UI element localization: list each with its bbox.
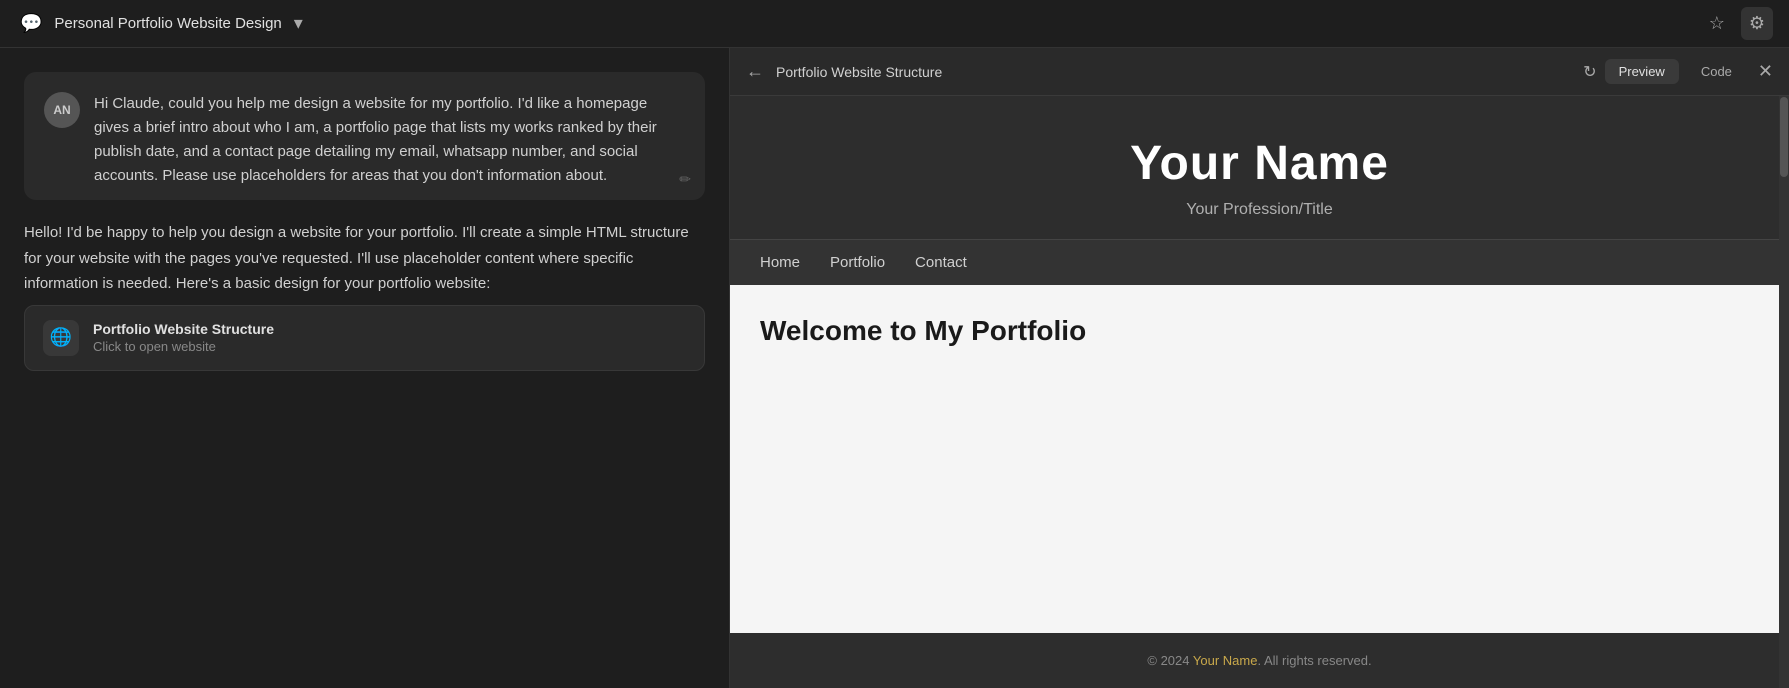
star-icon: ☆: [1709, 13, 1725, 34]
refresh-icon: ↻: [1583, 64, 1596, 81]
artifact-title: Portfolio Website Structure: [93, 321, 274, 337]
artifact-info: Portfolio Website Structure Click to ope…: [93, 321, 274, 354]
chat-icon-button[interactable]: 💬: [16, 9, 46, 38]
preview-close-button[interactable]: ✕: [1758, 61, 1773, 82]
top-bar-left: 💬 Personal Portfolio Website Design ▾: [16, 9, 307, 38]
settings-icon: ⚙: [1749, 13, 1765, 34]
tab-code[interactable]: Code: [1687, 59, 1746, 84]
avatar: AN: [44, 92, 80, 128]
title-dropdown-button[interactable]: ▾: [290, 9, 307, 38]
footer-name: Your Name: [1193, 653, 1258, 668]
preview-title: Portfolio Website Structure: [776, 64, 1571, 80]
edit-icon: ✏: [679, 171, 691, 188]
star-button[interactable]: ☆: [1705, 9, 1729, 38]
preview-back-button[interactable]: ←: [746, 61, 764, 82]
close-icon: ✕: [1758, 61, 1773, 81]
scrollbar-thumb: [1780, 97, 1788, 177]
back-icon: ←: [746, 61, 764, 81]
main-layout: AN Hi Claude, could you help me design a…: [0, 48, 1789, 688]
site-body: Welcome to My Portfolio: [730, 285, 1789, 633]
top-bar: 💬 Personal Portfolio Website Design ▾ ☆ …: [0, 0, 1789, 48]
site-preview[interactable]: Your Name Your Profession/Title Home Por…: [730, 96, 1789, 688]
nav-item-portfolio[interactable]: Portfolio: [830, 254, 885, 271]
footer-text: © 2024: [1147, 653, 1193, 668]
chevron-down-icon: ▾: [294, 13, 303, 34]
preview-panel: ← Portfolio Website Structure ↻ Preview …: [730, 48, 1789, 688]
site-name: Your Name: [1130, 136, 1389, 191]
top-bar-right: ☆ ⚙: [1705, 7, 1773, 40]
user-message-text: Hi Claude, could you help me design a we…: [94, 92, 685, 188]
artifact-globe-icon: 🌐: [43, 320, 79, 356]
preview-scrollbar[interactable]: [1779, 96, 1789, 688]
site-profession: Your Profession/Title: [1186, 201, 1332, 219]
site-nav: Home Portfolio Contact: [730, 239, 1789, 285]
ai-message: Hello! I'd be happy to help you design a…: [24, 216, 705, 375]
nav-item-contact[interactable]: Contact: [915, 254, 967, 271]
site-footer: © 2024 Your Name. All rights reserved.: [730, 633, 1789, 688]
preview-refresh-button[interactable]: ↻: [1583, 62, 1596, 82]
site-welcome-heading: Welcome to My Portfolio: [760, 315, 1759, 347]
tab-preview[interactable]: Preview: [1605, 59, 1679, 84]
artifact-card[interactable]: 🌐 Portfolio Website Structure Click to o…: [24, 305, 705, 371]
chat-panel: AN Hi Claude, could you help me design a…: [0, 48, 730, 688]
footer-suffix: . All rights reserved.: [1257, 653, 1371, 668]
chat-icon: 💬: [20, 13, 42, 34]
conversation-title: Personal Portfolio Website Design: [54, 15, 281, 32]
user-message-header: AN Hi Claude, could you help me design a…: [44, 92, 685, 188]
artifact-subtitle: Click to open website: [93, 339, 274, 354]
preview-content: Your Name Your Profession/Title Home Por…: [730, 96, 1789, 688]
site-header: Your Name Your Profession/Title: [730, 96, 1789, 239]
nav-item-home[interactable]: Home: [760, 254, 800, 271]
settings-button[interactable]: ⚙: [1741, 7, 1773, 40]
preview-topbar: ← Portfolio Website Structure ↻ Preview …: [730, 48, 1789, 96]
ai-message-text: Hello! I'd be happy to help you design a…: [24, 220, 705, 297]
preview-topbar-actions: ↻ Preview Code ✕: [1583, 59, 1773, 84]
user-message: AN Hi Claude, could you help me design a…: [24, 72, 705, 200]
